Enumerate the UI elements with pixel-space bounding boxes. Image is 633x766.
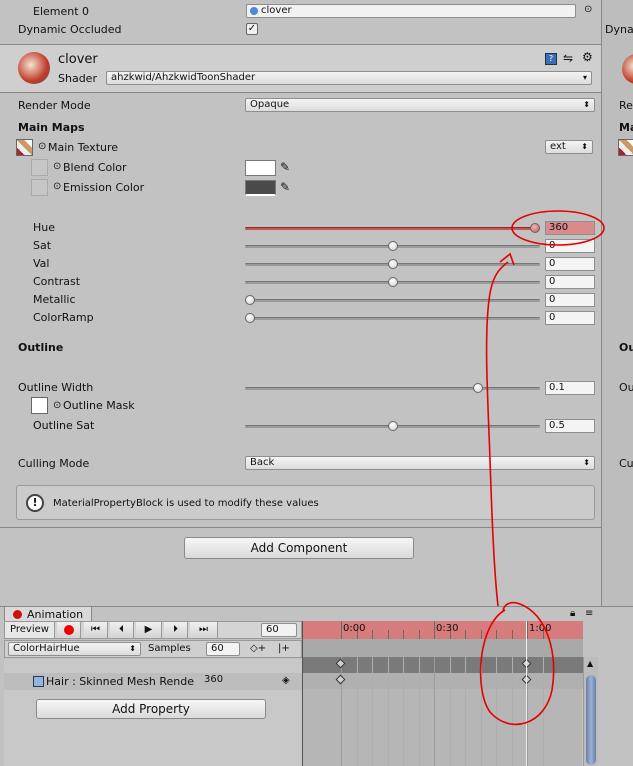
red-annotation-overlay	[479, 210, 605, 726]
annotation-circle-hue	[511, 210, 605, 246]
annotation-arrow-line	[485, 261, 509, 607]
annotation-circle-keyframe	[479, 601, 555, 726]
